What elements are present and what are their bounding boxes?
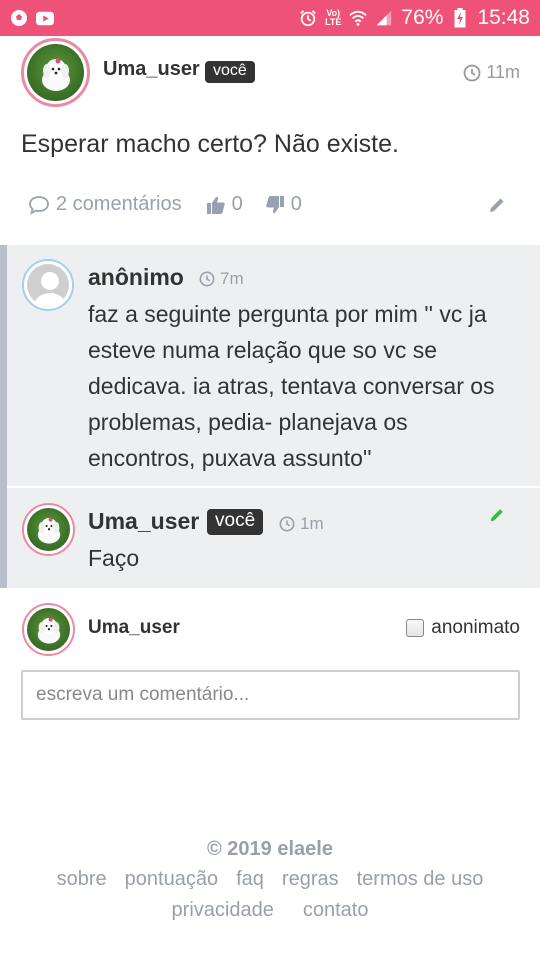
you-badge: você (207, 509, 264, 535)
footer-link-about[interactable]: sobre (57, 868, 107, 890)
comment-timestamp: 7m (199, 269, 244, 289)
anonymity-label: anonimato (431, 617, 520, 638)
post-username[interactable]: Uma_user (103, 58, 200, 81)
compose-username: Uma_user (88, 617, 180, 638)
dislikes-count: 0 (290, 193, 302, 215)
edit-post-button[interactable] (488, 196, 506, 218)
post-body: Esperar macho certo? Não existe. (21, 130, 399, 158)
youtube-icon (36, 9, 54, 27)
soccer-ball-icon (10, 9, 28, 27)
footer-links-row-2: privacidade contato (0, 899, 540, 922)
comment-line: encontros, puxava assunto'' (88, 445, 372, 471)
status-bar: Vo) LTE 76% 15:48 (0, 0, 540, 36)
wifi-icon (349, 9, 368, 27)
like-button[interactable]: 0 (206, 193, 243, 216)
comment-time-text: 7m (220, 269, 244, 288)
anonymous-avatar (22, 259, 74, 311)
footer-link-contact[interactable]: contato (303, 899, 369, 921)
footer-link-points[interactable]: pontuação (125, 868, 218, 890)
thumbs-up-icon (206, 196, 225, 214)
comment-line: dedicava. ia atras, tentava conversar os (88, 373, 495, 399)
compose-avatar (22, 603, 75, 656)
clock-icon (463, 64, 481, 81)
dog-photo (37, 517, 60, 544)
comment-line: esteve numa relação que so vc se (88, 337, 438, 363)
comment-line: problemas, pedia- planejava os (88, 409, 408, 435)
footer-link-rules[interactable]: regras (282, 868, 339, 890)
clock-time: 15:48 (477, 6, 530, 29)
post-timestamp: 11m (463, 62, 520, 83)
alarm-icon (299, 9, 317, 27)
comments-link[interactable]: 2 comentários (28, 193, 182, 216)
edit-comment-button[interactable] (489, 507, 505, 527)
you-badge: você (205, 61, 255, 83)
post-time-text: 11m (486, 62, 520, 82)
comment-timestamp: 1m (279, 514, 324, 534)
dislike-button[interactable]: 0 (265, 193, 302, 216)
comments-count: 2 comentários (56, 193, 182, 215)
volte-indicator: Vo) LTE (325, 8, 342, 27)
clock-icon (279, 516, 295, 532)
footer-link-terms[interactable]: termos de uso (357, 868, 484, 890)
anonymity-toggle[interactable]: anonimato (406, 617, 520, 639)
comment-bubble-icon (29, 195, 49, 215)
signal-icon (375, 9, 393, 27)
anonymity-checkbox[interactable] (406, 619, 425, 637)
comment-body: Faço (88, 545, 140, 571)
comment-divider (7, 486, 540, 488)
comment-input[interactable] (21, 670, 520, 720)
footer-link-faq[interactable]: faq (236, 868, 264, 890)
comment-username[interactable]: Uma_user (88, 508, 199, 535)
pencil-icon (490, 197, 505, 212)
default-user-icon (34, 272, 66, 306)
clock-icon (199, 271, 215, 287)
post-avatar[interactable] (21, 38, 90, 107)
comment-username[interactable]: anônimo (88, 264, 184, 291)
thumbs-down-icon (266, 195, 284, 213)
dog-photo (37, 617, 60, 644)
pencil-icon (490, 509, 503, 522)
comment-line: faz a seguinte pergunta por mim '' vc ja (88, 301, 487, 327)
post-actions: 2 comentários 0 0 (28, 193, 302, 216)
battery-percent: 76% (401, 6, 444, 29)
footer-copyright: © 2019 elaele (207, 838, 333, 860)
likes-count: 0 (231, 193, 243, 215)
comment-body: faz a seguinte pergunta por mim '' vc ja… (88, 296, 495, 476)
dog-photo (41, 58, 70, 91)
footer-link-privacy[interactable]: privacidade (172, 899, 274, 921)
comment-time-text: 1m (300, 514, 324, 533)
footer-links-row-1: sobre pontuação faq regras termos de uso (0, 868, 540, 891)
battery-charging-icon (451, 8, 469, 28)
comment-avatar[interactable] (22, 503, 75, 556)
